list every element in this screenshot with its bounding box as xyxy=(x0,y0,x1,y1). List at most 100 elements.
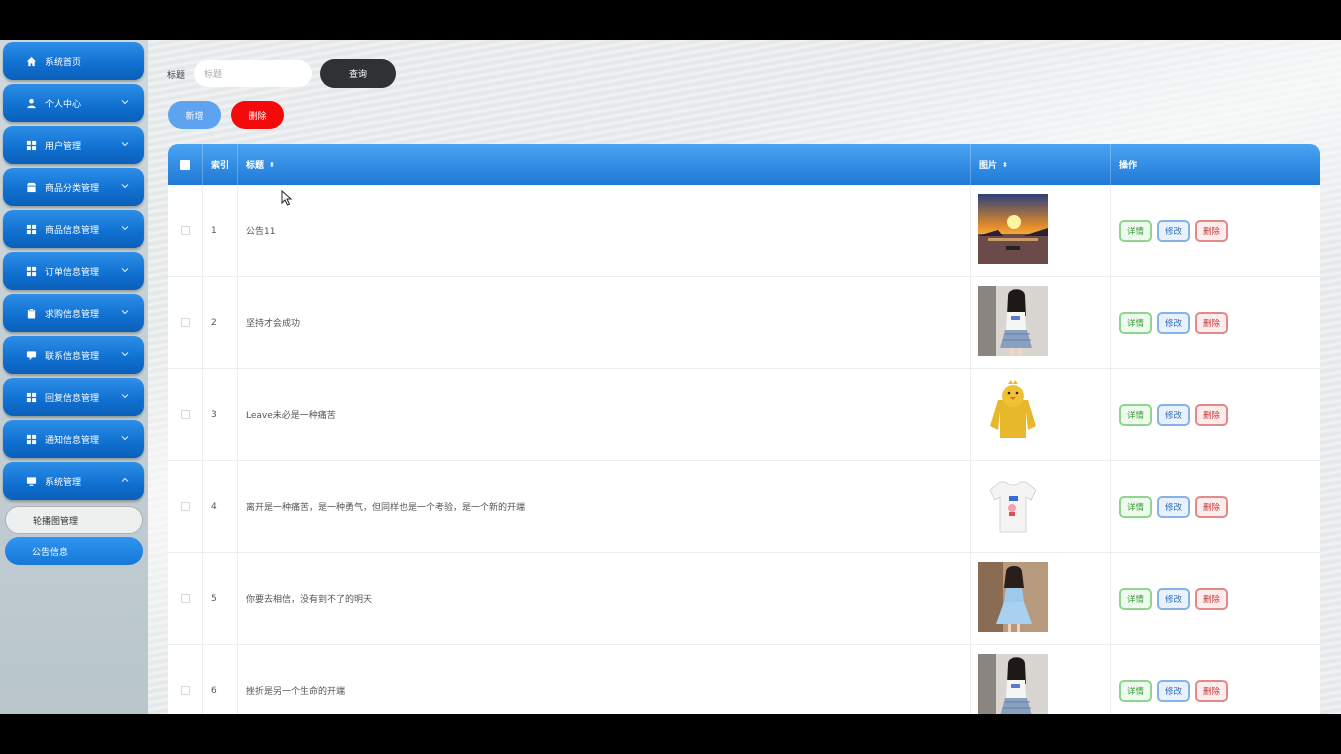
chevron-down-icon xyxy=(121,184,129,189)
row-image xyxy=(971,277,1111,368)
detail-button[interactable]: 详情 xyxy=(1119,587,1153,610)
sidebar-item-7[interactable]: 求购信息管理 xyxy=(3,294,144,332)
chevron-down-icon xyxy=(121,268,129,273)
thumbnail-image xyxy=(978,470,1048,543)
delete-button[interactable]: 删除 xyxy=(1195,679,1229,702)
row-actions: 详情 修改 删除 xyxy=(1111,553,1320,644)
sidebar-item-label: 联系信息管理 xyxy=(45,351,100,362)
row-select-cell[interactable] xyxy=(168,461,203,552)
header-actions: 操作 xyxy=(1119,161,1138,171)
row-image xyxy=(971,369,1111,460)
sidebar-item-10[interactable]: 通知信息管理 xyxy=(3,420,144,458)
row-select-cell[interactable] xyxy=(168,369,203,460)
chevron-up-icon xyxy=(121,477,129,482)
grid-icon xyxy=(25,223,37,235)
row-index: 6 xyxy=(203,645,238,714)
detail-button[interactable]: 详情 xyxy=(1119,219,1153,242)
detail-button[interactable]: 详情 xyxy=(1119,403,1153,426)
row-index: 1 xyxy=(203,185,238,276)
chevron-down-icon xyxy=(121,436,129,441)
shop-icon xyxy=(25,181,37,193)
sidebar: 系统首页个人中心用户管理商品分类管理 商品信息管理 订单信息管理求购信息管理 联系信息… xyxy=(0,40,148,714)
table-row: 4 离开是一种痛苦，是一种勇气，但同样也是一个考验，是一个新的开端 详情 修改 … xyxy=(168,461,1320,553)
row-select-cell[interactable] xyxy=(168,553,203,644)
sidebar-subitem-2[interactable]: 公告信息 xyxy=(5,537,143,565)
sidebar-item-6[interactable]: 订单信息管理 xyxy=(3,252,144,290)
sidebar-item-2[interactable]: 个人中心 xyxy=(3,84,144,122)
row-actions: 详情 修改 删除 xyxy=(1111,277,1320,368)
row-image xyxy=(971,553,1111,644)
row-select-cell[interactable] xyxy=(168,645,203,714)
edit-button[interactable]: 修改 xyxy=(1157,403,1191,426)
thumbnail-image xyxy=(978,654,1048,714)
home-icon xyxy=(25,55,37,67)
table-row: 3 Leave未必是一种痛苦 详情 修改 删除 xyxy=(168,369,1320,461)
batch-delete-button[interactable]: 删除 xyxy=(231,101,284,129)
edit-button[interactable]: 修改 xyxy=(1157,587,1191,610)
header-index: 索引 xyxy=(203,144,238,185)
edit-button[interactable]: 修改 xyxy=(1157,495,1191,518)
grid-icon xyxy=(25,265,37,277)
sidebar-item-9[interactable]: 回复信息管理 xyxy=(3,378,144,416)
sidebar-item-label: 通知信息管理 xyxy=(45,435,100,446)
row-checkbox[interactable] xyxy=(180,318,190,327)
row-title: 你要去相信，没有到不了的明天 xyxy=(238,553,971,644)
delete-button[interactable]: 删除 xyxy=(1195,587,1229,610)
header-select-all[interactable] xyxy=(168,144,203,185)
table-row: 1 公告11 详情 修改 删除 xyxy=(168,185,1320,277)
sort-icon[interactable]: ⬍ xyxy=(1002,161,1008,169)
row-select-cell[interactable] xyxy=(168,185,203,276)
grid-icon xyxy=(25,391,37,403)
row-index: 3 xyxy=(203,369,238,460)
sort-icon[interactable]: ⬍ xyxy=(269,161,275,169)
row-checkbox[interactable] xyxy=(180,226,190,235)
sidebar-item-5[interactable]: 商品信息管理 xyxy=(3,210,144,248)
header-image[interactable]: 图片 ⬍ xyxy=(971,144,1111,185)
sidebar-subitem-1[interactable]: 轮播图管理 xyxy=(5,506,143,534)
select-all-checkbox[interactable] xyxy=(180,159,190,170)
row-index: 5 xyxy=(203,553,238,644)
sidebar-item-label: 回复信息管理 xyxy=(45,393,100,404)
delete-button[interactable]: 删除 xyxy=(1195,311,1229,334)
delete-button[interactable]: 删除 xyxy=(1195,495,1229,518)
detail-button[interactable]: 详情 xyxy=(1119,311,1153,334)
row-index: 4 xyxy=(203,461,238,552)
comment-icon xyxy=(25,349,37,361)
row-title: 挫折是另一个生命的开端 xyxy=(238,645,971,714)
query-button[interactable]: 查询 xyxy=(320,59,396,88)
sidebar-item-3[interactable]: 用户管理 xyxy=(3,126,144,164)
thumbnail-image xyxy=(978,194,1048,267)
sidebar-item-1[interactable]: 系统首页 xyxy=(3,42,144,80)
row-checkbox[interactable] xyxy=(180,686,190,695)
detail-button[interactable]: 详情 xyxy=(1119,495,1153,518)
app-frame: 系统首页个人中心用户管理商品分类管理 商品信息管理 订单信息管理求购信息管理 联系信息… xyxy=(0,40,1341,714)
row-checkbox[interactable] xyxy=(180,594,190,603)
table-row: 6 挫折是另一个生命的开端 详情 修改 删除 xyxy=(168,645,1320,714)
grid-icon xyxy=(25,139,37,151)
delete-button[interactable]: 删除 xyxy=(1195,219,1229,242)
chevron-down-icon xyxy=(121,142,129,147)
row-image xyxy=(971,461,1111,552)
row-title: 公告11 xyxy=(238,185,971,276)
add-button[interactable]: 新增 xyxy=(168,101,221,129)
row-checkbox[interactable] xyxy=(180,502,190,511)
thumbnail-image xyxy=(978,378,1048,451)
edit-button[interactable]: 修改 xyxy=(1157,311,1191,334)
delete-button[interactable]: 删除 xyxy=(1195,403,1229,426)
user-icon xyxy=(25,97,37,109)
sidebar-item-8[interactable]: 联系信息管理 xyxy=(3,336,144,374)
sidebar-item-label: 求购信息管理 xyxy=(45,309,100,320)
thumbnail-image xyxy=(978,286,1048,359)
edit-button[interactable]: 修改 xyxy=(1157,219,1191,242)
sidebar-item-11[interactable]: 系统管理 xyxy=(3,462,144,500)
row-select-cell[interactable] xyxy=(168,277,203,368)
table-row: 5 你要去相信，没有到不了的明天 详情 修改 删除 xyxy=(168,553,1320,645)
row-image xyxy=(971,645,1111,714)
notice-table: 索引 标题 ⬍ 图片 ⬍ 操作 1 公告11 详情 修改 删除 2 坚持才会成功 详… xyxy=(168,144,1320,714)
row-checkbox[interactable] xyxy=(180,410,190,419)
detail-button[interactable]: 详情 xyxy=(1119,679,1153,702)
sidebar-item-4[interactable]: 商品分类管理 xyxy=(3,168,144,206)
edit-button[interactable]: 修改 xyxy=(1157,679,1191,702)
search-input[interactable] xyxy=(194,60,312,87)
header-title[interactable]: 标题 ⬍ xyxy=(238,144,971,185)
